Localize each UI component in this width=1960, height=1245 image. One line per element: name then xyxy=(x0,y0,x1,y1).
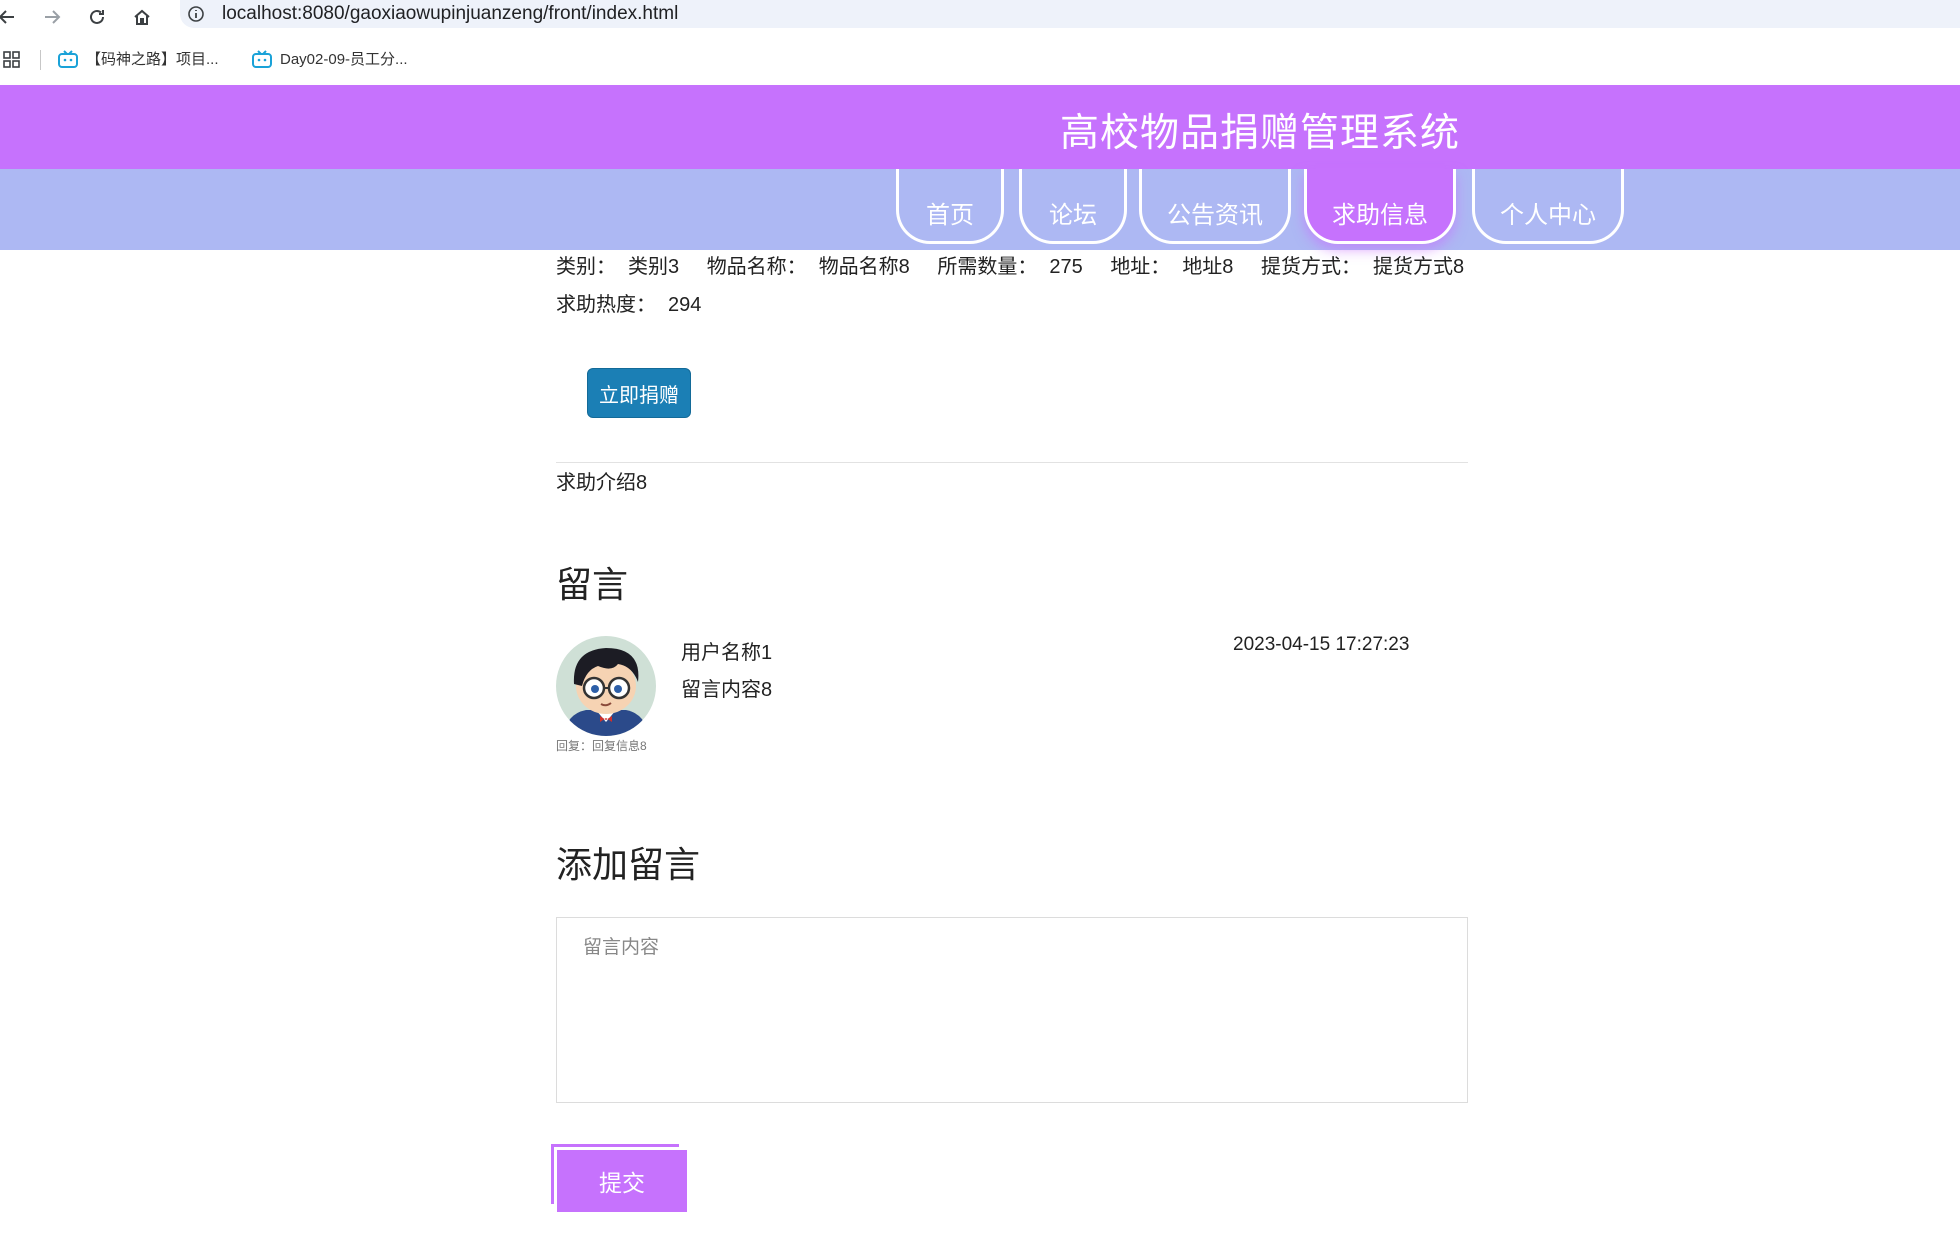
pickup-label: 提货方式： xyxy=(1261,256,1361,278)
url-text[interactable]: localhost:8080/gaoxiaowupinjuanzeng/fron… xyxy=(222,2,678,26)
nav-item-help-requests[interactable]: 求助信息 xyxy=(1304,169,1456,244)
bookmark-item[interactable]: Day02-09-员工分... xyxy=(252,48,408,69)
home-icon[interactable] xyxy=(127,2,157,32)
site-info-icon[interactable] xyxy=(186,2,206,26)
bookmark-item[interactable]: 【码神之路】项目... xyxy=(58,48,219,69)
apps-grid-icon[interactable] xyxy=(2,50,22,70)
quantity-value: 275 xyxy=(1049,256,1083,278)
category-label: 类别： xyxy=(556,256,616,278)
heat-label: 求助热度： xyxy=(556,294,656,316)
cartoon-avatar-icon xyxy=(556,636,656,736)
item-name-value: 物品名称8 xyxy=(818,256,910,278)
main-nav: 首页 论坛 公告资讯 求助信息 个人中心 xyxy=(0,169,1960,250)
pickup-value: 提货方式8 xyxy=(1373,256,1465,278)
bookmarks-bar: 【码神之路】项目... Day02-09-员工分... xyxy=(0,44,1960,84)
bilibili-tv-icon xyxy=(58,49,78,68)
browser-toolbar: localhost:8080/gaoxiaowupinjuanzeng/fron… xyxy=(0,0,1960,34)
address-value: 地址8 xyxy=(1182,256,1234,278)
nav-item-announcements[interactable]: 公告资讯 xyxy=(1139,169,1291,244)
heat-info-row: 求助热度： 294 xyxy=(556,288,723,317)
comment-user-name: 用户名称1 xyxy=(681,642,773,664)
address-label: 地址： xyxy=(1110,256,1171,278)
avatar xyxy=(556,636,656,736)
comments-title: 留言 xyxy=(556,564,629,605)
bilibili-tv-icon xyxy=(252,49,272,68)
nav-item-personal-center[interactable]: 个人中心 xyxy=(1472,169,1624,244)
comment-time: 2023-04-15 17:27:23 xyxy=(1233,634,1410,655)
back-arrow-icon[interactable] xyxy=(0,2,22,32)
category-value: 类别3 xyxy=(628,256,680,278)
comment-reply: 回复：回复信息8 xyxy=(556,739,647,753)
bookmark-label: 【码神之路】项目... xyxy=(86,51,219,68)
donate-button[interactable]: 立即捐赠 xyxy=(587,368,691,418)
item-name-label: 物品名称： xyxy=(706,256,807,278)
bookmark-label: Day02-09-员工分... xyxy=(280,51,408,68)
bookmark-separator xyxy=(40,50,41,70)
site-title: 高校物品捐赠管理系统 xyxy=(1060,112,1461,155)
heat-value: 294 xyxy=(668,294,702,316)
nav-item-forum[interactable]: 论坛 xyxy=(1019,169,1127,244)
divider xyxy=(556,462,1468,463)
submit-button[interactable]: 提交 xyxy=(557,1150,687,1212)
site-header: 高校物品捐赠管理系统 xyxy=(0,85,1960,169)
detail-info-row: 类别： 类别3 物品名称： 物品名称8 所需数量： 275 地址： 地址8 提货方式： 提… xyxy=(556,250,1486,279)
quantity-label: 所需数量： xyxy=(937,256,1038,278)
submit-button-wrapper: 提交 xyxy=(551,1144,687,1212)
comment-input[interactable] xyxy=(556,917,1468,1103)
add-comment-title: 添加留言 xyxy=(556,844,701,885)
forward-arrow-icon[interactable] xyxy=(37,2,67,32)
reload-icon[interactable] xyxy=(82,2,112,32)
nav-item-home[interactable]: 首页 xyxy=(896,169,1004,244)
comment-content: 留言内容8 xyxy=(681,679,773,701)
help-intro: 求助介绍8 xyxy=(556,472,648,494)
